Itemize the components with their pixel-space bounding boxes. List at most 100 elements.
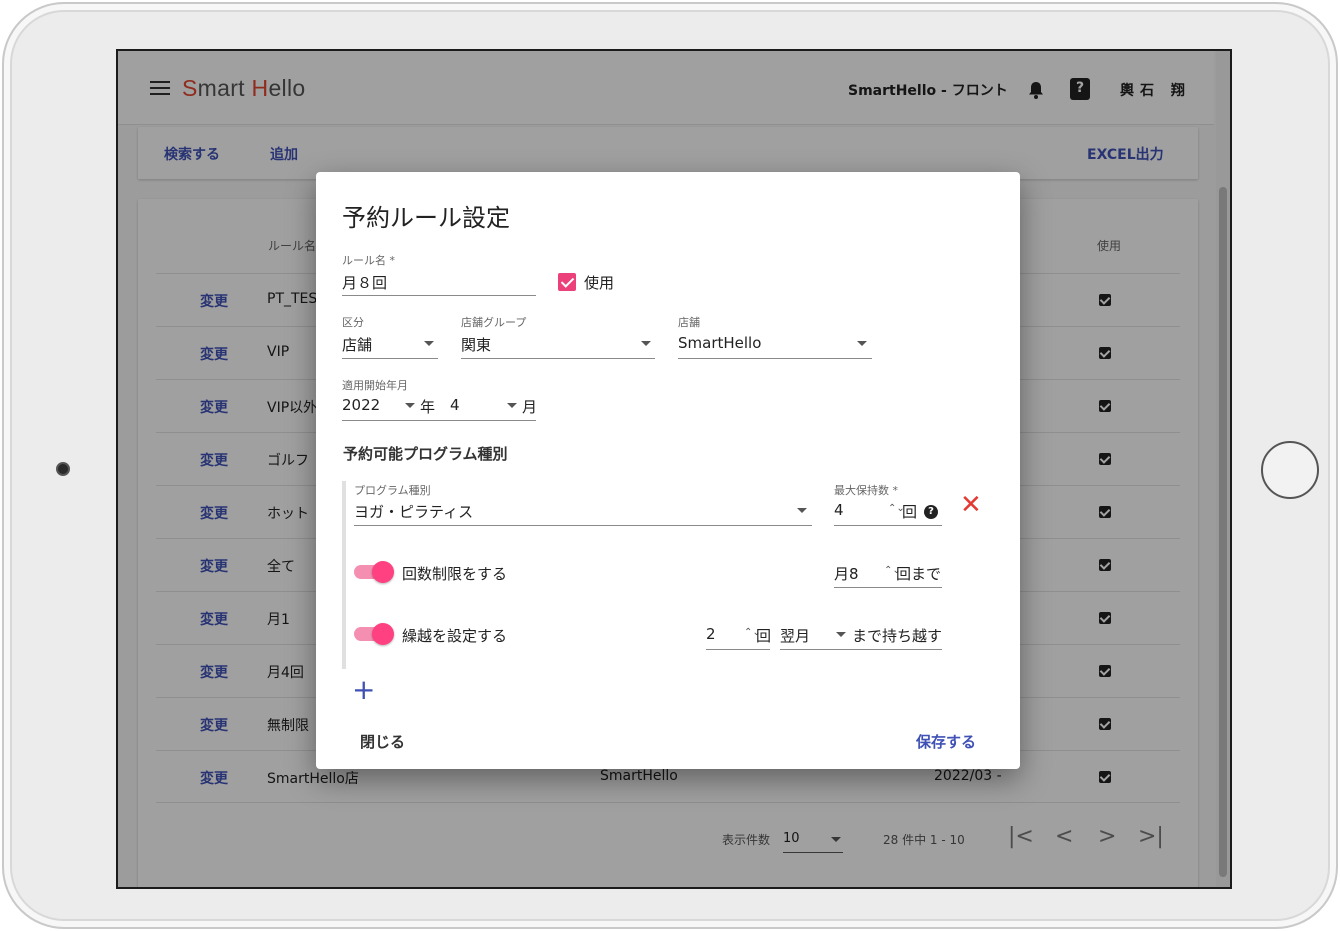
- max-hold-input[interactable]: 4: [834, 501, 844, 519]
- first-page-icon[interactable]: |<: [1008, 824, 1034, 849]
- column-header-rule-name: ルール名: [268, 239, 317, 253]
- excel-export-button[interactable]: EXCEL出力: [1087, 144, 1164, 164]
- rows-per-page-select[interactable]: 10: [783, 827, 843, 853]
- help-icon[interactable]: ?: [924, 505, 938, 519]
- edit-link[interactable]: 変更: [200, 503, 228, 523]
- edit-link[interactable]: 変更: [200, 291, 228, 311]
- logo-letter-h: H: [251, 75, 269, 101]
- max-hold-unit: 回: [902, 503, 918, 521]
- rule-name-cell: 全て: [267, 559, 295, 575]
- reservation-rule-dialog: 予約ルール設定 ルール名 * 月８回 使用 区分 店舗 店舗グループ 関東 店舗…: [316, 172, 1020, 769]
- app-logo: Smart Hello: [182, 75, 305, 102]
- limit-toggle[interactable]: [354, 561, 394, 583]
- rule-name-cell: SmartHello店: [267, 771, 359, 787]
- month-unit: 月: [522, 398, 538, 416]
- start-month-select[interactable]: 4: [450, 396, 460, 414]
- limit-toggle-label: 回数制限をする: [402, 565, 508, 583]
- menu-icon[interactable]: [150, 81, 170, 95]
- store-label: 店舗: [678, 316, 700, 329]
- max-hold-label: 最大保持数 *: [834, 484, 898, 497]
- logo-text-ello: ello: [268, 75, 306, 101]
- user-name[interactable]: 輿石 翔: [1120, 80, 1191, 100]
- program-type-underline: [354, 525, 812, 526]
- store-group-label: 店舗グループ: [461, 316, 527, 329]
- page-range: 28 件中 1 - 10: [883, 833, 965, 847]
- year-unit: 年: [420, 398, 436, 416]
- rule-name-cell: ゴルフ: [267, 453, 309, 469]
- chevron-down-icon: [405, 403, 415, 408]
- program-type-label: プログラム種別: [354, 484, 431, 497]
- edit-link[interactable]: 変更: [200, 609, 228, 629]
- toggle-knob: [372, 561, 394, 583]
- use-checkbox[interactable]: [1099, 771, 1111, 783]
- use-checkbox[interactable]: [1099, 612, 1111, 624]
- chevron-down-icon: [507, 403, 517, 408]
- chevron-down-icon: [797, 508, 807, 513]
- rule-name-cell: 月4回: [267, 665, 304, 681]
- rows-per-page-value: 10: [783, 831, 800, 846]
- start-year-select[interactable]: 2022: [342, 396, 380, 414]
- scrollbar[interactable]: [1216, 51, 1230, 887]
- carry-period-underline: [780, 649, 942, 650]
- edit-link[interactable]: 変更: [200, 344, 228, 364]
- rule-name-cell: VIP以外: [267, 400, 318, 416]
- limit-count-input[interactable]: 月8: [834, 563, 859, 584]
- rows-per-page-label: 表示件数: [722, 833, 771, 847]
- bell-icon[interactable]: [1026, 80, 1046, 100]
- store-group-underline: [461, 358, 655, 359]
- carry-count-unit: 回: [756, 627, 772, 645]
- search-button[interactable]: 検索する: [164, 144, 220, 164]
- edit-link[interactable]: 変更: [200, 450, 228, 470]
- start-date-underline: [342, 420, 536, 421]
- tablet-frame: Smart Hello SmartHello - フロント ? 輿石 翔 検索す…: [2, 2, 1338, 929]
- use-checkbox[interactable]: [1099, 559, 1111, 571]
- store-underline: [678, 358, 872, 359]
- next-page-icon[interactable]: >: [1098, 824, 1116, 849]
- use-checkbox[interactable]: [1099, 718, 1111, 730]
- use-checkbox[interactable]: [1099, 665, 1111, 677]
- edit-link[interactable]: 変更: [200, 715, 228, 735]
- close-button[interactable]: 閉じる: [360, 731, 405, 752]
- column-header-use: 使用: [1097, 239, 1122, 253]
- use-checkbox[interactable]: [1099, 347, 1111, 359]
- rule-name-cell: PT_TES: [267, 291, 318, 307]
- edit-link[interactable]: 変更: [200, 662, 228, 682]
- store-group-select[interactable]: 関東: [461, 334, 491, 355]
- category-select[interactable]: 店舗: [342, 334, 372, 355]
- rule-name-input[interactable]: 月８回: [342, 272, 387, 293]
- chevron-down-icon: [857, 341, 867, 346]
- logo-text-mart: mart: [197, 75, 252, 101]
- edit-link[interactable]: 変更: [200, 397, 228, 417]
- use-checkbox[interactable]: [558, 273, 576, 291]
- category-label: 区分: [342, 316, 364, 329]
- carry-toggle-label: 繰越を設定する: [402, 627, 508, 645]
- use-checkbox[interactable]: [1099, 506, 1111, 518]
- chevron-down-icon: [424, 341, 434, 346]
- edit-link[interactable]: 変更: [200, 556, 228, 576]
- carry-count-input[interactable]: 2: [706, 625, 716, 643]
- save-button[interactable]: 保存する: [916, 731, 976, 752]
- help-icon[interactable]: ?: [1070, 78, 1090, 100]
- store-group-cell: SmartHello: [600, 768, 678, 784]
- program-section-title: 予約可能プログラム種別: [343, 445, 508, 463]
- prev-page-icon[interactable]: <: [1055, 824, 1073, 849]
- remove-program-icon[interactable]: ✕: [960, 492, 982, 518]
- add-button[interactable]: 追加: [270, 144, 298, 164]
- home-button[interactable]: [1261, 441, 1319, 499]
- use-checkbox[interactable]: [1099, 400, 1111, 412]
- app-bar: Smart Hello SmartHello - フロント ? 輿石 翔: [118, 51, 1214, 125]
- add-program-icon[interactable]: +: [352, 676, 375, 704]
- carry-period-select[interactable]: 翌月: [780, 625, 810, 646]
- edit-link[interactable]: 変更: [200, 768, 228, 788]
- start-date-cell: 2022/03 -: [934, 768, 1002, 784]
- use-checkbox[interactable]: [1099, 453, 1111, 465]
- program-type-select[interactable]: ヨガ・ピラティス: [354, 501, 473, 522]
- app-name: SmartHello - フロント: [848, 83, 1008, 99]
- last-page-icon[interactable]: >|: [1138, 824, 1164, 849]
- chevron-down-icon: [831, 837, 841, 842]
- app-screen: Smart Hello SmartHello - フロント ? 輿石 翔 検索す…: [116, 49, 1232, 889]
- use-checkbox[interactable]: [1099, 294, 1111, 306]
- carry-toggle[interactable]: [354, 623, 394, 645]
- scrollbar-thumb[interactable]: [1219, 187, 1227, 877]
- store-select[interactable]: SmartHello: [678, 334, 761, 352]
